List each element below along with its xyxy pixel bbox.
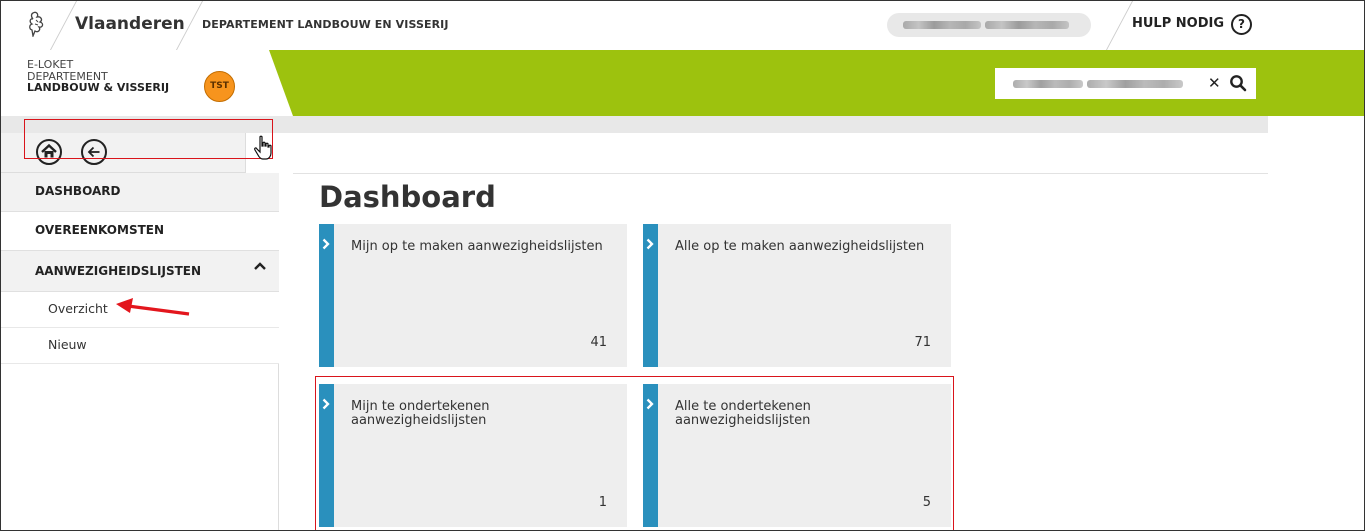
sidebar-item-dashboard[interactable]: DASHBOARD <box>1 173 279 212</box>
pointer-hand-cursor-icon <box>254 135 272 160</box>
search-field[interactable]: ✕ <box>995 68 1256 99</box>
user-profile-pill[interactable] <box>887 13 1091 37</box>
app-frame: Vlaanderen DEPARTEMENT LANDBOUW EN VISSE… <box>0 0 1365 531</box>
annotation-arrow-icon <box>116 298 190 316</box>
redacted-user-text <box>903 21 981 29</box>
sidebar-item-aanwezigheidslijsten[interactable]: AANWEZIGHEIDSLIJSTEN <box>1 251 279 292</box>
chevron-right-icon <box>646 238 654 250</box>
redacted-search-text <box>1013 80 1083 88</box>
top-bar: Vlaanderen DEPARTEMENT LANDBOUW EN VISSE… <box>1 1 1364 50</box>
main-toolbar <box>293 133 1268 174</box>
divider <box>1105 1 1134 50</box>
eloket-line-bold: LANDBOUW & VISSERIJ <box>27 81 170 94</box>
question-circle-icon[interactable]: ? <box>1231 14 1252 35</box>
eloket-title[interactable]: E-LOKET DEPARTEMENT LANDBOUW & VISSERIJ <box>27 59 169 94</box>
redacted-search-text <box>1087 80 1183 88</box>
search-icon[interactable] <box>1229 74 1247 92</box>
chevron-right-icon <box>322 238 330 250</box>
eloket-line: E-LOKET <box>27 58 74 71</box>
annotation-highlight-box <box>24 119 273 159</box>
help-link[interactable]: HULP NODIG <box>1132 16 1224 31</box>
chevron-up-icon[interactable] <box>253 261 267 271</box>
department-link[interactable]: DEPARTEMENT LANDBOUW EN VISSERIJ <box>202 18 449 31</box>
redacted-user-text <box>985 21 1069 29</box>
tile-label: Mijn op te maken aanwezigheidslijsten <box>351 239 603 254</box>
tile-count: 71 <box>914 335 931 350</box>
dashboard-tile[interactable]: Mijn op te maken aanwezigheidslijsten 41 <box>319 224 627 367</box>
sidebar-subitem-nieuw[interactable]: Nieuw <box>1 328 279 364</box>
clear-icon[interactable]: ✕ <box>1208 74 1221 92</box>
page-title: Dashboard <box>319 180 496 214</box>
sidebar-item-overeenkomsten[interactable]: OVEREENKOMSTEN <box>1 212 279 251</box>
divider <box>49 1 78 50</box>
brand-link[interactable]: Vlaanderen <box>75 14 185 34</box>
sidebar: DASHBOARD OVEREENKOMSTEN AANWEZIGHEIDSLI… <box>1 133 279 530</box>
dashboard-tile[interactable]: Alle op te maken aanwezigheidslijsten 71 <box>643 224 951 367</box>
tile-label: Alle op te maken aanwezigheidslijsten <box>675 239 925 254</box>
flemish-lion-logo-icon[interactable] <box>27 11 47 37</box>
tile-count: 41 <box>590 335 607 350</box>
environment-badge: TST <box>204 71 235 102</box>
annotation-highlight-box <box>315 376 954 530</box>
